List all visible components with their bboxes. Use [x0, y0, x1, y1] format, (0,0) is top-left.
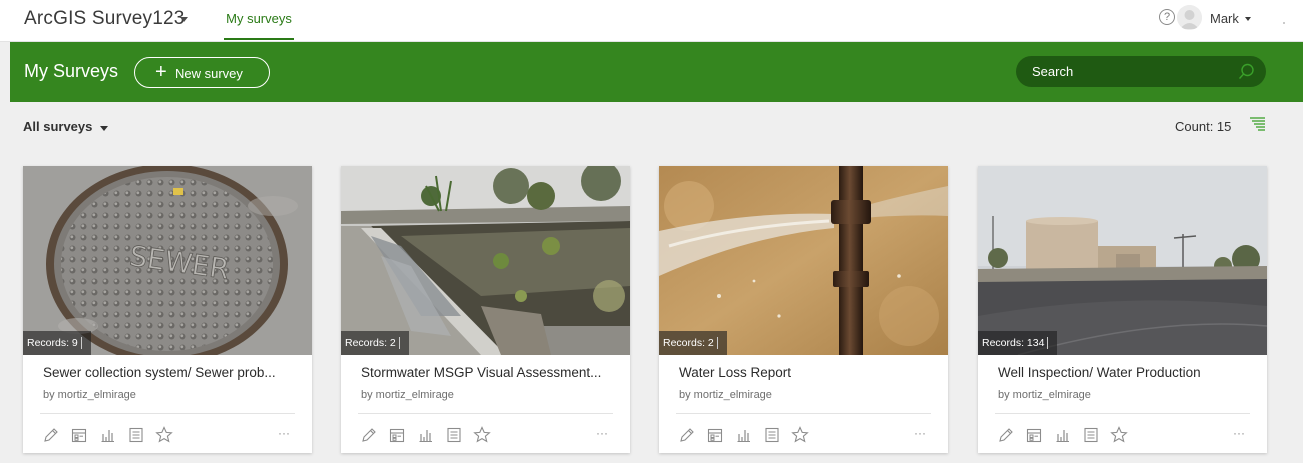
card-action-bar: ··· [23, 425, 312, 447]
nav-link-my-surveys[interactable]: My surveys [224, 10, 294, 40]
survey-card[interactable]: Records: 134 Well Inspection/ Water Prod… [978, 166, 1267, 453]
form-icon[interactable] [705, 425, 725, 445]
records-count: Records: 2 [345, 337, 396, 349]
star-icon[interactable] [472, 425, 492, 445]
card-action-bar: ··· [659, 425, 948, 447]
records-badge: Records: 9 [23, 331, 91, 355]
data-icon[interactable] [1081, 425, 1101, 445]
page-title: My Surveys [24, 61, 119, 81]
edit-icon[interactable] [996, 425, 1016, 445]
survey-count: Count: 15 [1175, 119, 1232, 134]
records-badge: Records: 134 [978, 331, 1058, 355]
survey-card[interactable]: Records: 2 Stormwater MSGP Visual Assess… [341, 166, 630, 453]
data-icon[interactable] [126, 425, 146, 445]
user-menu-name[interactable]: Mark [1210, 11, 1239, 26]
survey-owner: by mortiz_elmirage [361, 389, 454, 401]
survey-card[interactable]: SEWER Records: 9 Sewer collection system… [23, 166, 312, 453]
edit-icon[interactable] [41, 425, 61, 445]
sort-icon[interactable] [1250, 117, 1265, 131]
decorative-dot [1283, 22, 1285, 24]
form-icon[interactable] [69, 425, 89, 445]
records-badge: Records: 2 [659, 331, 727, 355]
analyze-icon[interactable] [416, 425, 436, 445]
filter-chevron-down-icon[interactable] [100, 126, 108, 131]
survey-owner: by mortiz_elmirage [998, 389, 1091, 401]
star-icon[interactable] [1109, 425, 1129, 445]
card-divider [358, 413, 613, 414]
analyze-icon[interactable] [98, 425, 118, 445]
form-icon[interactable] [387, 425, 407, 445]
new-survey-label: New survey [175, 66, 243, 81]
edit-icon[interactable] [677, 425, 697, 445]
data-icon[interactable] [762, 425, 782, 445]
card-action-bar: ··· [978, 425, 1267, 447]
survey-thumbnail[interactable]: Records: 134 [978, 166, 1267, 355]
avatar[interactable] [1177, 5, 1202, 30]
search-box[interactable] [1016, 56, 1266, 87]
survey-title[interactable]: Sewer collection system/ Sewer prob... [43, 365, 298, 380]
survey-thumbnail[interactable]: SEWER Records: 9 [23, 166, 312, 355]
survey-owner: by mortiz_elmirage [679, 389, 772, 401]
edit-icon[interactable] [359, 425, 379, 445]
form-icon[interactable] [1024, 425, 1044, 445]
records-count: Records: 2 [663, 337, 714, 349]
plus-icon: + [155, 61, 167, 83]
more-icon[interactable]: ··· [914, 425, 934, 445]
more-icon[interactable]: ··· [1233, 425, 1253, 445]
survey-title[interactable]: Well Inspection/ Water Production [998, 365, 1253, 380]
data-icon[interactable] [444, 425, 464, 445]
survey-thumbnail[interactable]: Records: 2 [341, 166, 630, 355]
survey-title[interactable]: Water Loss Report [679, 365, 934, 380]
card-divider [40, 413, 295, 414]
app-title[interactable]: ArcGIS Survey123 [24, 8, 185, 30]
records-count: Records: 9 [27, 337, 78, 349]
search-input[interactable] [1032, 63, 1232, 80]
new-survey-button[interactable]: + New survey [134, 57, 270, 88]
records-count: Records: 134 [982, 337, 1045, 349]
card-divider [995, 413, 1250, 414]
survey-filter-dropdown[interactable]: All surveys [23, 119, 92, 134]
more-icon[interactable]: ··· [278, 425, 298, 445]
card-divider [676, 413, 931, 414]
survey-thumbnail[interactable]: Records: 2 [659, 166, 948, 355]
records-badge: Records: 2 [341, 331, 409, 355]
survey-owner: by mortiz_elmirage [43, 389, 136, 401]
analyze-icon[interactable] [734, 425, 754, 445]
page-header: My Surveys + New survey [10, 42, 1303, 102]
app-menu-chevron-down-icon[interactable] [180, 17, 188, 22]
more-icon[interactable]: ··· [596, 425, 616, 445]
analyze-icon[interactable] [1053, 425, 1073, 445]
user-menu-chevron-down-icon[interactable] [1245, 17, 1251, 21]
search-icon[interactable] [1238, 63, 1255, 80]
star-icon[interactable] [790, 425, 810, 445]
survey-title[interactable]: Stormwater MSGP Visual Assessment... [361, 365, 616, 380]
top-navigation-bar: ArcGIS Survey123 My surveys ? Mark [0, 0, 1303, 42]
star-icon[interactable] [154, 425, 174, 445]
survey-card[interactable]: Records: 2 Water Loss Report by mortiz_e… [659, 166, 948, 453]
help-icon[interactable]: ? [1159, 9, 1175, 25]
card-action-bar: ··· [341, 425, 630, 447]
